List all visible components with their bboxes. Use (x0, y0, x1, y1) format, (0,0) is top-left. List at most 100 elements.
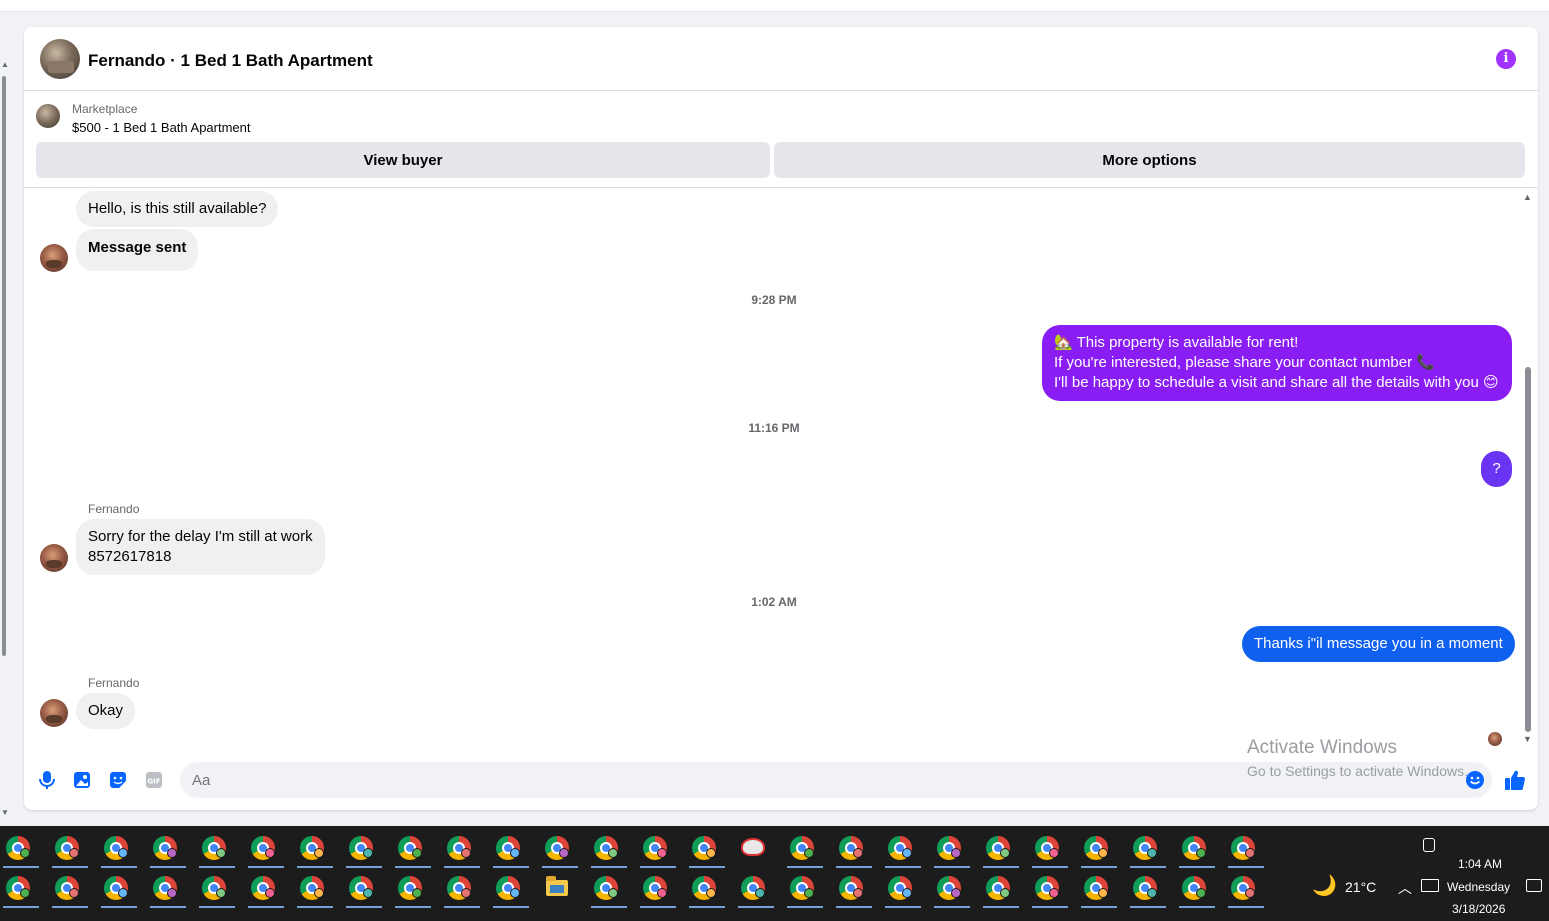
gif-icon[interactable]: GIF (143, 769, 165, 791)
chrome-profile-taskbar-icon[interactable] (1130, 832, 1166, 868)
page-scrollbar[interactable]: ▲ ▼ (0, 60, 9, 820)
chrome-profile-taskbar-icon[interactable] (199, 832, 235, 868)
chrome-profile-taskbar-icon[interactable] (640, 832, 676, 868)
notification-icon[interactable] (1526, 879, 1542, 892)
chrome-profile-taskbar-icon[interactable] (836, 832, 872, 868)
chrome-profile-taskbar-icon[interactable] (689, 872, 725, 908)
chrome-profile-taskbar-icon[interactable] (395, 832, 431, 868)
incoming-message[interactable]: Hello, is this still available? (76, 191, 279, 227)
scroll-up-arrow-icon[interactable]: ▲ (1, 60, 9, 69)
clock-date[interactable]: 3/18/2026 (1452, 902, 1505, 916)
chrome-profile-taskbar-icon[interactable] (787, 872, 823, 908)
weather-moon-icon[interactable]: 🌙 (1312, 873, 1337, 898)
chrome-profile-taskbar-icon[interactable] (101, 832, 137, 868)
sender-avatar[interactable] (40, 544, 68, 572)
chrome-profile-taskbar-icon[interactable] (591, 832, 627, 868)
incoming-message[interactable]: Message sent (76, 229, 199, 271)
incoming-message[interactable]: Okay (76, 693, 136, 729)
chrome-profile-taskbar-icon[interactable] (885, 872, 921, 908)
chrome-profile-taskbar-icon[interactable] (934, 832, 970, 868)
file-explorer-taskbar-icon[interactable] (542, 872, 572, 908)
more-options-button[interactable]: More options (774, 142, 1525, 178)
chrome-profile-taskbar-icon[interactable] (1228, 832, 1264, 868)
chat-header: Fernando · 1 Bed 1 Bath Apartment i (24, 27, 1538, 91)
watermark-subtitle: Go to Settings to activate Windows. (1247, 763, 1468, 779)
chrome-profile-taskbar-icon[interactable] (787, 832, 823, 868)
watermark-title: Activate Windows (1247, 737, 1397, 758)
messages-scrollbar[interactable]: ▲ ▼ (1522, 192, 1534, 747)
scrollbar-thumb[interactable] (2, 76, 6, 656)
chrome-profile-taskbar-icon[interactable] (885, 832, 921, 868)
network-icon[interactable] (1421, 879, 1439, 892)
chrome-profile-taskbar-icon[interactable] (1179, 832, 1215, 868)
chrome-profile-taskbar-icon[interactable] (836, 872, 872, 908)
chrome-profile-taskbar-icon[interactable] (444, 872, 480, 908)
clock-day[interactable]: Wednesday (1447, 880, 1510, 894)
chrome-profile-taskbar-icon[interactable] (150, 872, 186, 908)
sender-avatar[interactable] (40, 244, 68, 272)
listing-thumbnail[interactable] (36, 104, 60, 128)
microphone-icon[interactable] (36, 769, 58, 791)
message-line: 🏡 This property is available for rent! (1054, 334, 1299, 351)
chrome-profile-taskbar-icon[interactable] (1081, 872, 1117, 908)
view-buyer-button[interactable]: View buyer (36, 142, 770, 178)
conversation-title[interactable]: Fernando · 1 Bed 1 Bath Apartment (88, 51, 373, 71)
chrome-profile-taskbar-icon[interactable] (248, 872, 284, 908)
chrome-profile-taskbar-icon[interactable] (640, 872, 676, 908)
browser-top-strip (0, 0, 1549, 12)
chrome-profile-taskbar-icon[interactable] (346, 832, 382, 868)
outgoing-message[interactable]: 🏡 This property is available for rent! I… (1042, 325, 1512, 401)
chrome-profile-taskbar-icon[interactable] (444, 832, 480, 868)
chrome-profile-taskbar-icon[interactable] (934, 872, 970, 908)
weather-temperature[interactable]: 21°C (1345, 879, 1376, 895)
scroll-down-arrow-icon[interactable]: ▼ (1, 808, 9, 817)
clock-time[interactable]: 1:04 AM (1458, 857, 1502, 871)
chrome-profile-taskbar-icon[interactable] (689, 832, 725, 868)
chrome-profile-taskbar-icon[interactable] (395, 872, 431, 908)
camera-tray-icon[interactable] (1423, 838, 1435, 852)
chrome-profile-taskbar-icon[interactable] (1228, 872, 1264, 908)
timestamp: 11:16 PM (748, 421, 800, 435)
chrome-profile-taskbar-icon[interactable] (346, 872, 382, 908)
chrome-profile-taskbar-icon[interactable] (52, 872, 88, 908)
chrome-profile-taskbar-icon[interactable] (101, 872, 137, 908)
chrome-profile-taskbar-icon[interactable] (199, 872, 235, 908)
chrome-profile-taskbar-icon[interactable] (1130, 872, 1166, 908)
listing-price-title[interactable]: $500 - 1 Bed 1 Bath Apartment (72, 120, 251, 135)
app-taskbar-icon[interactable] (738, 832, 768, 868)
scrollbar-thumb[interactable] (1525, 367, 1531, 732)
chrome-profile-taskbar-icon[interactable] (297, 832, 333, 868)
photo-icon[interactable] (71, 769, 93, 791)
scroll-down-arrow-icon[interactable]: ▼ (1523, 734, 1532, 744)
chrome-profile-taskbar-icon[interactable] (1179, 872, 1215, 908)
listing-source: Marketplace (72, 102, 138, 116)
chrome-profile-taskbar-icon[interactable] (1032, 832, 1068, 868)
incoming-message[interactable]: Sorry for the delay I'm still at work 85… (76, 519, 325, 575)
chrome-profile-taskbar-icon[interactable] (52, 832, 88, 868)
outgoing-message[interactable]: Thanks i"il message you in a moment (1242, 626, 1515, 662)
marketplace-listing-bar: Marketplace $500 - 1 Bed 1 Bath Apartmen… (24, 92, 1538, 188)
message-line: 8572617818 (88, 548, 172, 565)
chrome-profile-taskbar-icon[interactable] (591, 872, 627, 908)
sender-avatar[interactable] (40, 699, 68, 727)
sticker-icon[interactable] (107, 769, 129, 791)
chrome-profile-taskbar-icon[interactable] (150, 832, 186, 868)
contact-avatar[interactable] (40, 39, 80, 79)
chrome-profile-taskbar-icon[interactable] (3, 872, 39, 908)
scroll-up-arrow-icon[interactable]: ▲ (1523, 192, 1532, 202)
chrome-profile-taskbar-icon[interactable] (542, 832, 578, 868)
chrome-profile-taskbar-icon[interactable] (493, 832, 529, 868)
chrome-profile-taskbar-icon[interactable] (1081, 832, 1117, 868)
chrome-profile-taskbar-icon[interactable] (248, 832, 284, 868)
chrome-profile-taskbar-icon[interactable] (983, 832, 1019, 868)
outgoing-message[interactable]: ? (1481, 451, 1512, 487)
chrome-profile-taskbar-icon[interactable] (297, 872, 333, 908)
chrome-profile-taskbar-icon[interactable] (983, 872, 1019, 908)
thumbs-up-icon[interactable] (1504, 769, 1526, 791)
chevron-up-icon[interactable]: ︿ (1398, 878, 1412, 898)
chrome-profile-taskbar-icon[interactable] (1032, 872, 1068, 908)
chrome-profile-taskbar-icon[interactable] (3, 832, 39, 868)
chrome-profile-taskbar-icon[interactable] (738, 872, 774, 908)
chrome-profile-taskbar-icon[interactable] (493, 872, 529, 908)
info-icon[interactable]: i (1496, 49, 1516, 69)
